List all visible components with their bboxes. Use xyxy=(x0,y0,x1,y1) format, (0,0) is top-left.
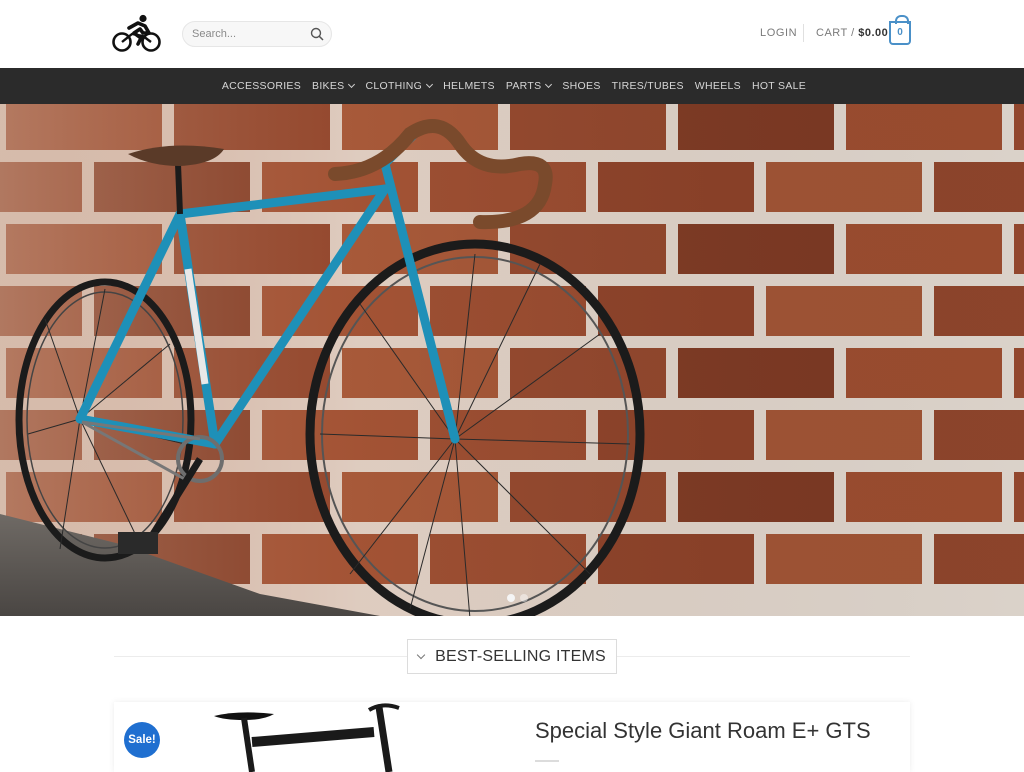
slider-dot-1[interactable] xyxy=(507,594,515,602)
cyclist-logo-icon xyxy=(112,14,161,52)
slider-dot-2[interactable] xyxy=(520,594,528,602)
search-input[interactable] xyxy=(183,22,305,46)
nav-list: ACCESSORIES BIKES CLOTHING HELMETS PARTS… xyxy=(0,68,1024,104)
chevron-down-icon xyxy=(348,80,356,89)
nav-item-label: BIKES xyxy=(312,80,345,92)
main-nav: ACCESSORIES BIKES CLOTHING HELMETS PARTS… xyxy=(0,68,1024,104)
nav-item-clothing[interactable]: CLOTHING xyxy=(365,80,434,92)
product-image[interactable] xyxy=(204,702,424,772)
login-link[interactable]: LOGIN xyxy=(760,27,797,39)
best-selling-section: BEST-SELLING ITEMS Sale! Special Style G… xyxy=(0,616,1024,772)
nav-item-tires-tubes[interactable]: TIRES/TUBES xyxy=(612,80,684,92)
cart-bag-icon[interactable]: 0 xyxy=(889,15,911,45)
site-header: LOGIN CART / $0.00 0 xyxy=(0,0,1024,68)
nav-item-label: PARTS xyxy=(505,80,542,92)
section-title-label: BEST-SELLING ITEMS xyxy=(435,647,606,665)
nav-item-bikes[interactable]: BIKES xyxy=(312,80,356,92)
hero-banner[interactable] xyxy=(0,104,1024,616)
nav-item-wheels[interactable]: WHEELS xyxy=(695,80,741,92)
nav-item-accessories[interactable]: ACCESSORIES xyxy=(222,80,301,92)
nav-item-label: ACCESSORIES xyxy=(221,80,302,92)
search-box xyxy=(182,21,332,47)
nav-item-label: WHEELS xyxy=(694,80,741,92)
logo[interactable] xyxy=(112,14,162,54)
nav-item-label: CLOTHING xyxy=(365,80,423,92)
search-icon[interactable] xyxy=(310,27,324,41)
nav-item-helmets[interactable]: HELMETS xyxy=(443,80,495,92)
cart-link[interactable]: CART / $0.00 xyxy=(816,27,888,39)
chevron-down-icon xyxy=(416,650,426,659)
section-title[interactable]: BEST-SELLING ITEMS xyxy=(407,639,617,674)
header-divider xyxy=(803,24,804,42)
nav-item-label: HELMETS xyxy=(443,80,495,92)
nav-item-hot-sale[interactable]: HOT SALE xyxy=(752,80,806,92)
cart-count: 0 xyxy=(897,27,903,38)
product-title[interactable]: Special Style Giant Roam E+ GTS xyxy=(535,718,871,744)
nav-item-label: SHOES xyxy=(562,80,601,92)
chevron-down-icon xyxy=(545,80,553,89)
nav-item-shoes[interactable]: SHOES xyxy=(562,80,600,92)
nav-item-label: TIRES/TUBES xyxy=(611,80,684,92)
cart-label: CART / xyxy=(816,27,855,39)
nav-item-label: HOT SALE xyxy=(751,80,807,92)
section-divider-right xyxy=(617,656,910,657)
section-divider-left xyxy=(114,656,407,657)
sale-badge: Sale! xyxy=(124,722,160,758)
hero-image xyxy=(0,104,1024,616)
cart-amount: $0.00 xyxy=(858,27,889,39)
product-title-underline xyxy=(535,760,559,762)
chevron-down-icon xyxy=(426,80,434,89)
nav-item-parts[interactable]: PARTS xyxy=(505,80,553,92)
sale-badge-label: Sale! xyxy=(128,734,156,746)
product-card[interactable]: Sale! Special Style Giant Roam E+ GTS xyxy=(114,702,910,772)
